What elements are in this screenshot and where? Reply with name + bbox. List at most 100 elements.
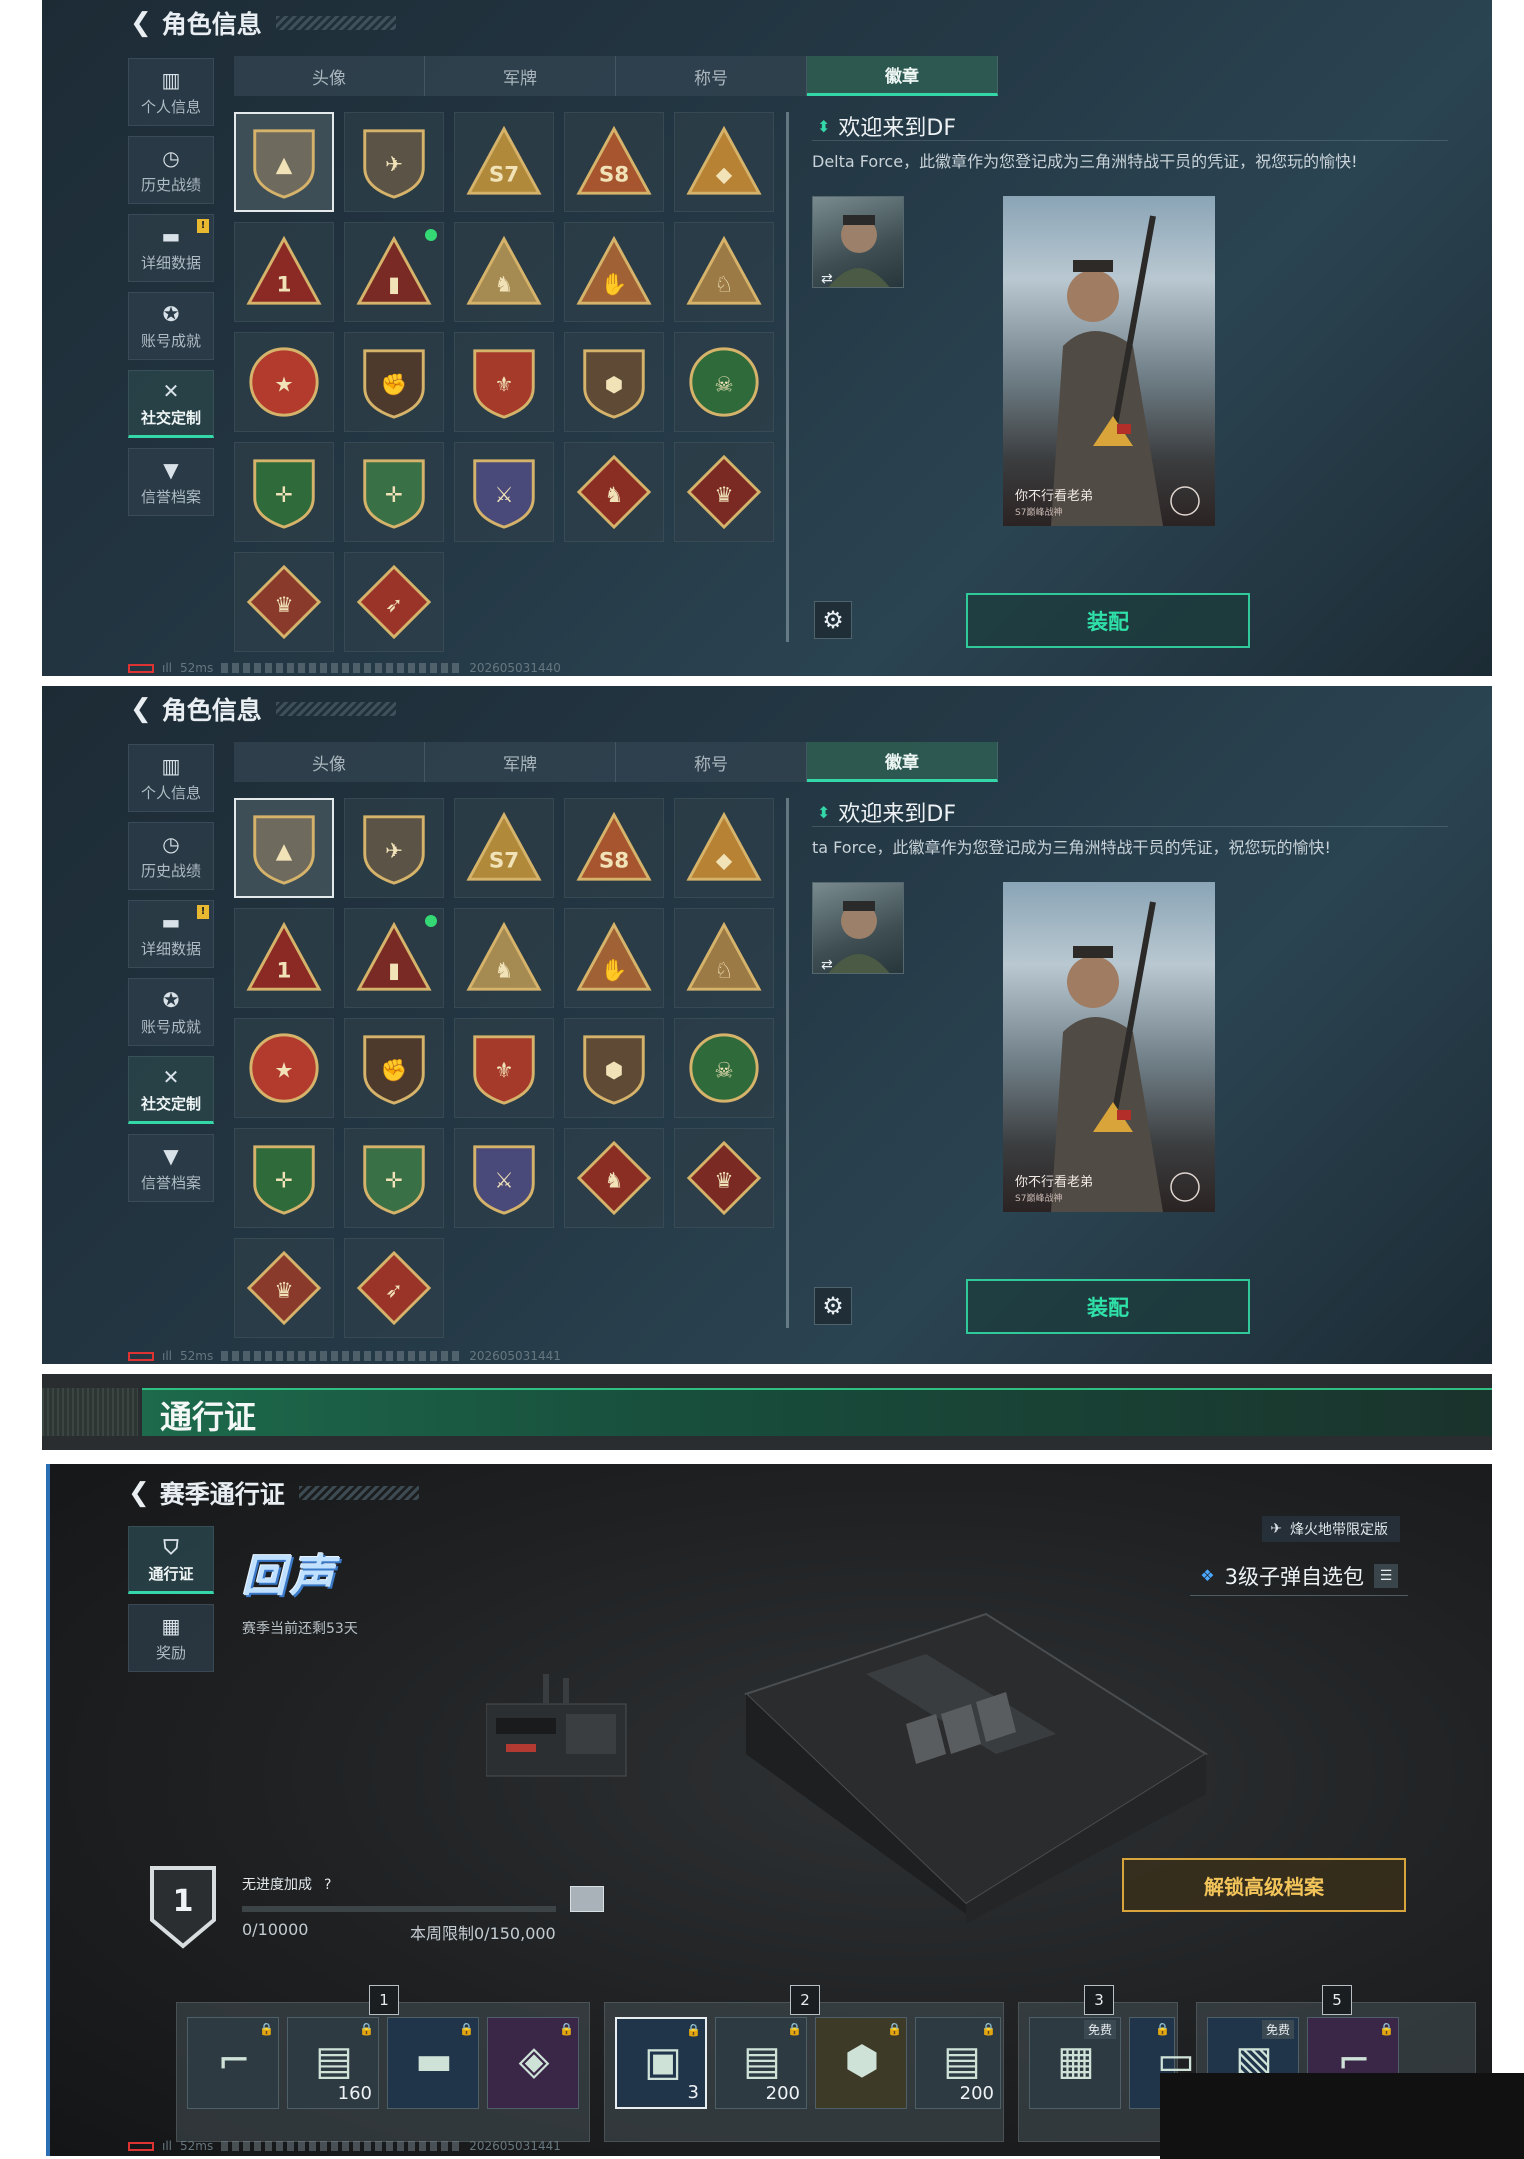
sidebar-item[interactable]: ▬ 详细数据!	[128, 900, 214, 968]
badge-cell[interactable]: ➶	[344, 1238, 444, 1338]
tab-3[interactable]: 徽章	[807, 742, 998, 782]
ticket-icon[interactable]	[570, 1886, 604, 1912]
badge-cell[interactable]: ✛	[234, 442, 334, 542]
badge-cell[interactable]: ✛	[234, 1128, 334, 1228]
tab-2[interactable]: 称号	[616, 742, 807, 782]
badge-cell[interactable]: ♘	[674, 222, 774, 322]
badge-cell[interactable]: ✊	[344, 332, 444, 432]
sidebar-item[interactable]: ⛉ 通行证	[128, 1526, 214, 1594]
sidebar-item[interactable]: ▬ 详细数据!	[128, 214, 214, 282]
badge-cell[interactable]: ⬢	[564, 332, 664, 432]
badge-cell[interactable]: S7	[454, 798, 554, 898]
tab-1[interactable]: 军牌	[425, 742, 616, 782]
badge-cell[interactable]: ⚜	[454, 1018, 554, 1118]
list-icon[interactable]: ☰	[1374, 1563, 1398, 1588]
badge-cell[interactable]: ▮	[344, 908, 444, 1008]
badge-cell[interactable]: ✛	[344, 1128, 444, 1228]
tab-0[interactable]: 头像	[234, 56, 425, 96]
badge-cell[interactable]: ▲	[234, 798, 334, 898]
badge-cell[interactable]: S8	[564, 798, 664, 898]
helicopter-icon: ✈	[1270, 1521, 1282, 1537]
badge-cell[interactable]: ♛	[234, 552, 334, 652]
sidebar-item[interactable]: ◷ 历史战绩	[128, 822, 214, 890]
operator-card: 你不行看老弟 S7巅峰战神	[1003, 882, 1215, 1212]
rifle-reward[interactable]: ⌐ 🔒	[187, 2017, 279, 2109]
badge-description: Delta Force，此徽章作为您登记成为三角洲特战干员的凭证，祝您玩的愉快!	[812, 152, 1358, 171]
badge-cell[interactable]: ♛	[674, 1128, 774, 1228]
badge-cell[interactable]: ⬢	[564, 1018, 664, 1118]
sidebar-item[interactable]: ▼ 信誉档案	[128, 1134, 214, 1202]
pass-icon: ⛉	[163, 1534, 179, 1559]
diamond-arrow-icon: ⬍	[817, 802, 831, 822]
sidebar-item[interactable]: ✕ 社交定制	[128, 370, 214, 438]
badge-cell[interactable]: 1	[234, 222, 334, 322]
help-icon[interactable]: ?	[324, 1877, 331, 1893]
badge-cell[interactable]: ★	[234, 332, 334, 432]
badge-cell[interactable]: ✋	[564, 222, 664, 322]
operator-avatar[interactable]: ⇄	[812, 196, 904, 288]
cash-reward-3[interactable]: ▤ 🔒 200	[915, 2017, 1001, 2109]
tab-1[interactable]: 军牌	[425, 56, 616, 96]
badge-cell[interactable]: ◆	[674, 798, 774, 898]
sidebar-item[interactable]: ✕ 社交定制	[128, 1056, 214, 1124]
badge-cell[interactable]: ♞	[454, 908, 554, 1008]
sidebar-item[interactable]: ▥ 个人信息	[128, 744, 214, 812]
badge-cell[interactable]: ✛	[344, 442, 444, 542]
badge-cell[interactable]: S8	[564, 112, 664, 212]
back-arrow-icon[interactable]: ❮	[130, 694, 152, 724]
cash-reward-2[interactable]: ▤ 🔒 200	[715, 2017, 807, 2109]
badge-cell[interactable]: ⚜	[454, 332, 554, 432]
badge-cell[interactable]: ♞	[454, 222, 554, 322]
unlock-premium-button[interactable]: 解锁高级档案	[1122, 1858, 1406, 1912]
vest-reward[interactable]: ▦🔒免费	[1029, 2017, 1121, 2109]
tab-2[interactable]: 称号	[616, 56, 807, 96]
gear-icon[interactable]: ⚙	[814, 601, 852, 639]
sidebar-item[interactable]: ▼ 信誉档案	[128, 448, 214, 516]
back-arrow-icon[interactable]: ❮	[130, 8, 152, 38]
radio-device-art	[486, 1674, 627, 1777]
badge-cell[interactable]: ☠	[674, 332, 774, 432]
badge-cell[interactable]: ♘	[674, 908, 774, 1008]
equip-button[interactable]: 装配	[966, 1279, 1250, 1334]
sidebar-item[interactable]: ✪ 账号成就	[128, 978, 214, 1046]
sidebar-item[interactable]: ◷ 历史战绩	[128, 136, 214, 204]
operator-avatar[interactable]: ⇄	[812, 882, 904, 974]
reward-group: 3▦🔒免费▭🔒	[1018, 1985, 1195, 2142]
cash-reward[interactable]: ▤ 🔒 160	[287, 2017, 379, 2109]
case-reward[interactable]: ▬ 🔒	[387, 2017, 479, 2109]
vehicle-reward[interactable]: ◈ 🔒	[487, 2017, 579, 2109]
badge-cell[interactable]: 1	[234, 908, 334, 1008]
armor-reward[interactable]: ⬢ 🔒	[815, 2017, 907, 2109]
badge-cell[interactable]: ◆	[674, 112, 774, 212]
sidebar-item[interactable]: ✪ 账号成就	[128, 292, 214, 360]
badge-cell[interactable]: ♞	[564, 1128, 664, 1228]
badge-cell[interactable]: S7	[454, 112, 554, 212]
ping-text: 52ms	[180, 661, 214, 675]
tab-3[interactable]: 徽章	[807, 56, 998, 96]
sidebar-item-label: 历史战绩	[140, 175, 201, 194]
badge-cell[interactable]: ♞	[564, 442, 664, 542]
equip-button[interactable]: 装配	[966, 593, 1250, 648]
badge-cell[interactable]: ✈	[344, 112, 444, 212]
back-arrow-icon[interactable]: ❮	[128, 1478, 150, 1508]
ammo-box-reward[interactable]: ▣ 🔒 3	[615, 2017, 707, 2109]
badge-cell[interactable]: ♛	[674, 442, 774, 542]
badge-cell[interactable]: ✊	[344, 1018, 444, 1118]
sidebar-item[interactable]: ▦ 奖励	[128, 1604, 214, 1672]
svg-text:✛: ✛	[275, 1169, 293, 1194]
badge-cell[interactable]: ▮	[344, 222, 444, 322]
badge-cell[interactable]: ☠	[674, 1018, 774, 1118]
s7-badge-icon: S7	[466, 811, 542, 881]
badge-cell[interactable]: ⚔	[454, 442, 554, 542]
badge-cell[interactable]: ✋	[564, 908, 664, 1008]
badge-cell[interactable]: ♛	[234, 1238, 334, 1338]
sidebar-item[interactable]: ▥ 个人信息	[128, 58, 214, 126]
badge-cell[interactable]: ✈	[344, 798, 444, 898]
tab-0[interactable]: 头像	[234, 742, 425, 782]
badge-cell[interactable]: ★	[234, 1018, 334, 1118]
badge-cell[interactable]: ▲	[234, 112, 334, 212]
gear-icon[interactable]: ⚙	[814, 1287, 852, 1325]
reward-pick-selector[interactable]: ❖ 3级子弹自选包 ☰	[1190, 1556, 1408, 1596]
badge-cell[interactable]: ⚔	[454, 1128, 554, 1228]
badge-cell[interactable]: ➶	[344, 552, 444, 652]
